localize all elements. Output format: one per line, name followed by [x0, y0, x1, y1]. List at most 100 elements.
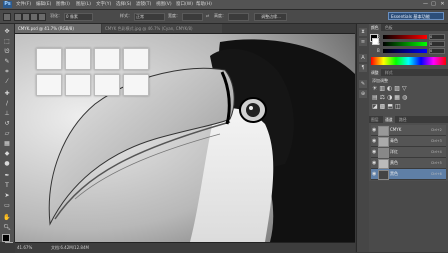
menu-bar: Ps 文件(F) 编辑(E) 图像(I) 图层(L) 文字(Y) 选择(S) 滤…: [0, 0, 448, 10]
blue-value[interactable]: 0: [429, 48, 445, 54]
visibility-eye-icon[interactable]: ◉: [372, 149, 376, 155]
subtract-selection-icon[interactable]: [30, 13, 38, 21]
menu-view[interactable]: 视图(V): [156, 1, 172, 8]
square-4: [123, 48, 149, 70]
channel-row[interactable]: ◉ CMYK Ctrl+2: [371, 125, 446, 136]
menu-select[interactable]: 选择(S): [116, 1, 131, 8]
swap-icon[interactable]: ⇄: [206, 13, 209, 19]
tab-cmyk-jpg[interactable]: CMYK 色彩模式.jpg @ 46.7% (Cyan, CMYK/8): [102, 24, 222, 33]
red-value[interactable]: 0: [429, 34, 445, 40]
visibility-eye-icon[interactable]: ◉: [372, 138, 376, 144]
red-slider[interactable]: [383, 35, 427, 39]
feather-input[interactable]: 0 像素: [64, 13, 93, 21]
hand-tool-icon[interactable]: ✋: [3, 214, 11, 222]
tab-styles[interactable]: 样式: [383, 69, 395, 76]
tab-adjustments[interactable]: 调整: [369, 69, 381, 76]
add-selection-icon[interactable]: [22, 13, 30, 21]
history-panel-icon[interactable]: ⧗: [359, 28, 367, 36]
visibility-eye-icon[interactable]: ◉: [372, 127, 376, 133]
marquee-tool-icon[interactable]: ⬚: [3, 38, 11, 46]
new-selection-icon[interactable]: [14, 13, 22, 21]
menu-layer[interactable]: 图层(L): [76, 1, 91, 8]
channel-row[interactable]: ◉ 洋红 Ctrl+4: [371, 147, 446, 158]
menu-help[interactable]: 帮助(H): [196, 1, 212, 8]
channel-row[interactable]: ◉ 黄色 Ctrl+5: [371, 158, 446, 169]
channels-empty-area: [369, 181, 448, 252]
menu-filter[interactable]: 滤镜(T): [136, 1, 151, 8]
workspace-select[interactable]: Essentials 基本功能: [388, 12, 444, 20]
document-canvas[interactable]: [15, 34, 355, 242]
pen-tool-icon[interactable]: ✒: [3, 172, 11, 180]
tab-cmyk-psd[interactable]: CMYK.psd @ 41.7% (RGB/8): [15, 24, 101, 33]
eyedropper-tool-icon[interactable]: ⁄: [3, 78, 11, 86]
channel-shortcut: Ctrl+4: [431, 150, 442, 154]
zoom-tool-icon[interactable]: 🔍︎: [3, 224, 11, 232]
color-spectrum[interactable]: [371, 57, 446, 65]
menu-window[interactable]: 窗口(W): [176, 1, 193, 8]
adjustment-icons-row-3[interactable]: ◪▩⬒◫: [372, 103, 403, 110]
style-select[interactable]: 正常: [134, 13, 165, 21]
refine-edge-button[interactable]: 调整边缘...: [254, 13, 287, 21]
path-select-tool-icon[interactable]: ➤: [3, 192, 11, 200]
intersect-selection-icon[interactable]: [38, 13, 46, 21]
maximize-button[interactable]: □: [430, 1, 437, 7]
channel-shortcut: Ctrl+3: [431, 139, 442, 143]
green-value[interactable]: 0: [429, 41, 445, 47]
width-input[interactable]: [182, 13, 203, 21]
brush-tool-icon[interactable]: ∕: [3, 100, 11, 108]
document-size: 文档:6.42M/12.84M: [51, 245, 89, 250]
type-tool-icon[interactable]: T: [3, 182, 11, 190]
channel-row-selected[interactable]: ◉ 黑色 Ctrl+6: [371, 169, 446, 180]
channel-shortcut: Ctrl+5: [431, 161, 442, 165]
quick-select-tool-icon[interactable]: ✎: [3, 58, 11, 66]
character-panel-icon[interactable]: A: [359, 54, 367, 62]
crop-tool-icon[interactable]: ⌗: [3, 68, 11, 76]
blur-tool-icon[interactable]: ◆: [3, 150, 11, 158]
visibility-eye-icon[interactable]: ◉: [372, 171, 376, 177]
square-6: [65, 74, 91, 96]
channel-shortcut: Ctrl+6: [431, 172, 442, 176]
adjust-panel-tabs: 调整 样式: [369, 69, 448, 76]
eraser-tool-icon[interactable]: ▱: [3, 130, 11, 138]
history-brush-tool-icon[interactable]: ↺: [3, 120, 11, 128]
adjustment-icons-row-2[interactable]: ▤⚖◑▦◍: [372, 94, 409, 101]
foreground-color-swatch[interactable]: [2, 234, 10, 242]
gradient-tool-icon[interactable]: ▦: [3, 140, 11, 148]
tools-panel: ✥ ⬚ ᘎ ✎ ⌗ ⁄ ✚ ∕ ⊥ ↺ ▱ ▦ ◆ ● ✒ T ➤ ▭ ✋ 🔍︎: [0, 24, 15, 243]
options-bar: 羽化： 0 像素 样式： 正常 宽度： ⇄ 高度： 调整边缘... Essent…: [0, 10, 448, 24]
tab-layers[interactable]: 图层: [369, 116, 381, 123]
shape-tool-icon[interactable]: ▭: [3, 202, 11, 210]
paragraph-panel-icon[interactable]: ¶: [359, 64, 367, 72]
minimize-button[interactable]: —: [422, 1, 429, 7]
status-bar: 41.67% 文档:6.42M/12.84M: [15, 242, 355, 253]
menu-file[interactable]: 文件(F): [16, 1, 31, 8]
menu-edit[interactable]: 编辑(E): [36, 1, 51, 8]
channel-shortcut: Ctrl+2: [431, 128, 442, 132]
dodge-tool-icon[interactable]: ●: [3, 160, 11, 168]
green-slider[interactable]: [383, 42, 427, 46]
channel-name: 黄色: [390, 160, 398, 165]
blue-slider[interactable]: [383, 49, 427, 53]
right-panels: 颜色 色板 R 0 G 0 B 0 调整 样式 添加调整 ☀▥◐▨▽ ▤⚖◑▦◍…: [369, 24, 448, 252]
zoom-level[interactable]: 41.67%: [17, 245, 32, 250]
tab-paths[interactable]: 路径: [397, 116, 409, 123]
properties-panel-icon[interactable]: ≡: [359, 38, 367, 46]
tab-channels[interactable]: 通道: [383, 116, 395, 123]
height-input[interactable]: [228, 13, 249, 21]
marquee-tool-icon[interactable]: [3, 13, 11, 21]
move-tool-icon[interactable]: ✥: [3, 28, 11, 36]
close-button[interactable]: ✕: [439, 1, 446, 7]
adjustment-icons-row-1[interactable]: ☀▥◐▨▽: [372, 85, 409, 92]
green-label: G: [377, 41, 381, 46]
clone-stamp-tool-icon[interactable]: ⊥: [3, 110, 11, 118]
menu-type[interactable]: 文字(Y): [96, 1, 111, 8]
tab-color[interactable]: 颜色: [369, 24, 381, 31]
clone-source-panel-icon[interactable]: ⊕: [359, 90, 367, 98]
menu-image[interactable]: 图像(I): [56, 1, 70, 8]
channel-row[interactable]: ◉ 青色 Ctrl+3: [371, 136, 446, 147]
visibility-eye-icon[interactable]: ◉: [372, 160, 376, 166]
brush-panel-icon[interactable]: ✎: [359, 80, 367, 88]
tab-swatches[interactable]: 色板: [383, 24, 395, 31]
healing-brush-tool-icon[interactable]: ✚: [3, 90, 11, 98]
lasso-tool-icon[interactable]: ᘎ: [3, 48, 11, 56]
